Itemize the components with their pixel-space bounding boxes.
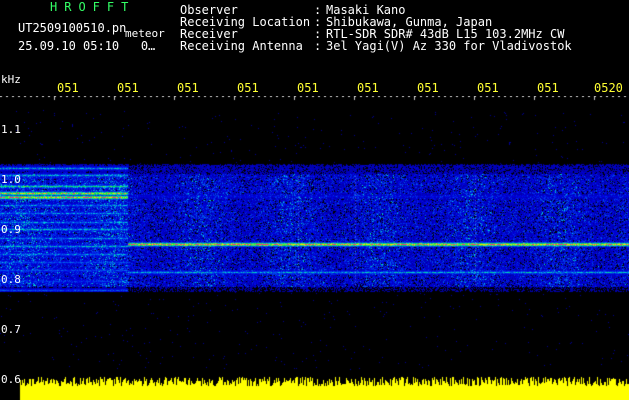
y-tick-label: 0.7 <box>1 323 21 336</box>
y-tick-label: 0.6 <box>1 373 21 386</box>
x-tick-label: 051 <box>237 81 259 95</box>
date-time-line: 25.09.10 05:10 0… <box>18 39 156 53</box>
file-name: UT2509100510.pn <box>18 21 127 35</box>
x-tick-label: 051 <box>477 81 499 95</box>
spectrogram <box>0 96 629 400</box>
x-tick-label: 051 <box>117 81 139 95</box>
app-title: HROFFT <box>50 0 136 14</box>
y-tick-label: 1.0 <box>1 173 21 186</box>
y-axis-unit-label: kHz <box>1 73 21 86</box>
info-separator: : <box>314 39 322 53</box>
x-tick-label: 0520 <box>594 81 623 95</box>
x-tick-label: 051 <box>57 81 79 95</box>
x-tick-label: 051 <box>417 81 439 95</box>
y-tick-label: 1.1 <box>1 123 21 136</box>
hrofft-window: HROFFT UT2509100510.pn meteor 25.09.10 0… <box>0 0 629 400</box>
y-tick-label: 0.9 <box>1 223 21 236</box>
x-tick-label: 051 <box>357 81 379 95</box>
x-tick-label: 051 <box>297 81 319 95</box>
y-tick-label: 0.8 <box>1 273 21 286</box>
x-tick-label: 051 <box>177 81 199 95</box>
info-value-antenna: 3el Yagi(V) Az 330 for Vladivostok <box>326 39 572 53</box>
x-tick-label: 051 <box>537 81 559 95</box>
info-label-antenna: Receiving Antenna <box>180 39 303 53</box>
